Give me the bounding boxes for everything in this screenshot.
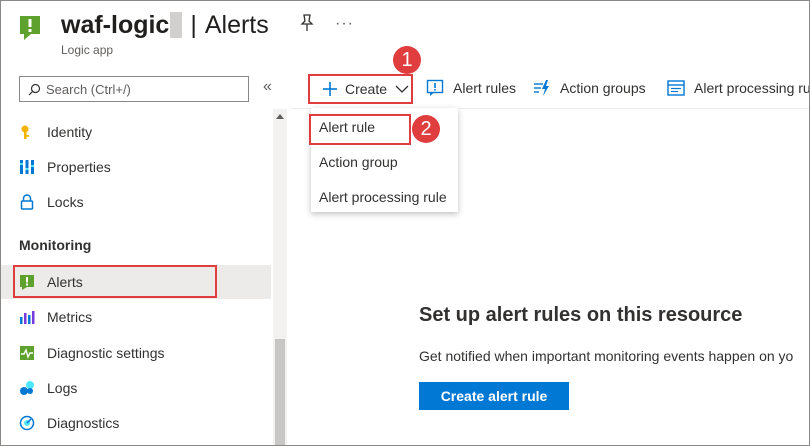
pin-icon[interactable] <box>299 13 315 33</box>
sidebar-item-label: Diagnostics <box>47 415 120 431</box>
sidebar-item-metrics[interactable]: Metrics <box>1 300 271 334</box>
more-icon[interactable]: ··· <box>335 15 354 33</box>
action-groups-button[interactable]: Action groups <box>533 74 646 102</box>
sidebar-item-logs[interactable]: Logs <box>1 371 271 405</box>
menu-item-action-group[interactable]: Action group <box>319 154 398 170</box>
sidebar-item-properties[interactable]: Properties <box>1 150 271 184</box>
page-name: Alerts <box>204 10 269 39</box>
alert-processing-rules-button[interactable]: Alert processing ru <box>667 74 810 102</box>
chevron-down-icon <box>395 85 409 93</box>
diagnostics-icon <box>19 415 35 431</box>
diagnostic-settings-icon <box>20 346 34 360</box>
sidebar-item-label: Locks <box>47 194 84 210</box>
sidebar-scrollbar[interactable] <box>273 109 287 445</box>
create-alert-rule-button[interactable]: Create alert rule <box>419 382 569 410</box>
resource-type: Logic app <box>61 43 114 57</box>
metrics-icon <box>20 311 35 324</box>
sidebar-item-diagnostics[interactable]: Diagnostics <box>1 406 271 440</box>
logic-app-icon <box>20 16 40 40</box>
properties-icon <box>20 160 34 174</box>
title-separator: | <box>190 10 197 39</box>
alert-rule-highlight-box <box>309 114 411 145</box>
search-icon <box>28 83 41 95</box>
create-button[interactable]: Create <box>308 74 413 104</box>
search-box[interactable] <box>19 76 249 102</box>
menu-item-alert-processing-rule[interactable]: Alert processing rule <box>319 189 447 205</box>
scrollbar-thumb[interactable] <box>275 339 285 445</box>
alert-rules-icon <box>426 79 444 96</box>
sidebar-item-label: Metrics <box>47 309 93 325</box>
collapse-sidebar-button[interactable]: « <box>263 78 272 96</box>
empty-state-description: Get notified when important monitoring e… <box>419 348 794 364</box>
page-title: waf-logic | Alerts <box>61 7 269 43</box>
sidebar-item-label: Logs <box>47 380 78 396</box>
alerts-highlight-box <box>13 265 217 298</box>
portal-frame: waf-logic | Alerts ··· Logic app « Ident… <box>0 0 810 446</box>
alert-rules-button[interactable]: Alert rules <box>426 74 516 102</box>
empty-state-title: Set up alert rules on this resource <box>419 304 743 326</box>
create-button-label: Create <box>345 81 388 97</box>
sidebar-item-diagnostic-settings[interactable]: Diagnostic settings <box>1 336 271 370</box>
alert-processing-rules-label: Alert processing ru <box>694 80 810 96</box>
search-input[interactable] <box>46 81 236 97</box>
scroll-up-arrow-icon[interactable] <box>276 114 284 119</box>
identity-key-icon <box>21 125 29 139</box>
sidebar-item-label: Diagnostic settings <box>47 345 165 361</box>
lock-icon <box>20 194 34 210</box>
redacted-block <box>170 12 183 38</box>
resource-name: waf-logic <box>61 10 170 39</box>
alert-processing-rules-icon <box>667 80 685 96</box>
alert-rules-label: Alert rules <box>453 80 517 96</box>
sidebar-item-label: Identity <box>47 124 93 140</box>
action-groups-icon <box>534 80 549 96</box>
sidebar-item-locks[interactable]: Locks <box>1 185 271 219</box>
sidebar-item-label: Properties <box>47 159 111 175</box>
logs-icon <box>20 381 34 395</box>
sidebar-section-monitoring: Monitoring <box>19 237 92 253</box>
sidebar-item-identity[interactable]: Identity <box>1 115 271 149</box>
step-callout-1: 1 <box>393 46 421 74</box>
plus-icon <box>323 82 337 96</box>
action-groups-label: Action groups <box>560 80 646 96</box>
step-callout-2: 2 <box>412 115 440 143</box>
